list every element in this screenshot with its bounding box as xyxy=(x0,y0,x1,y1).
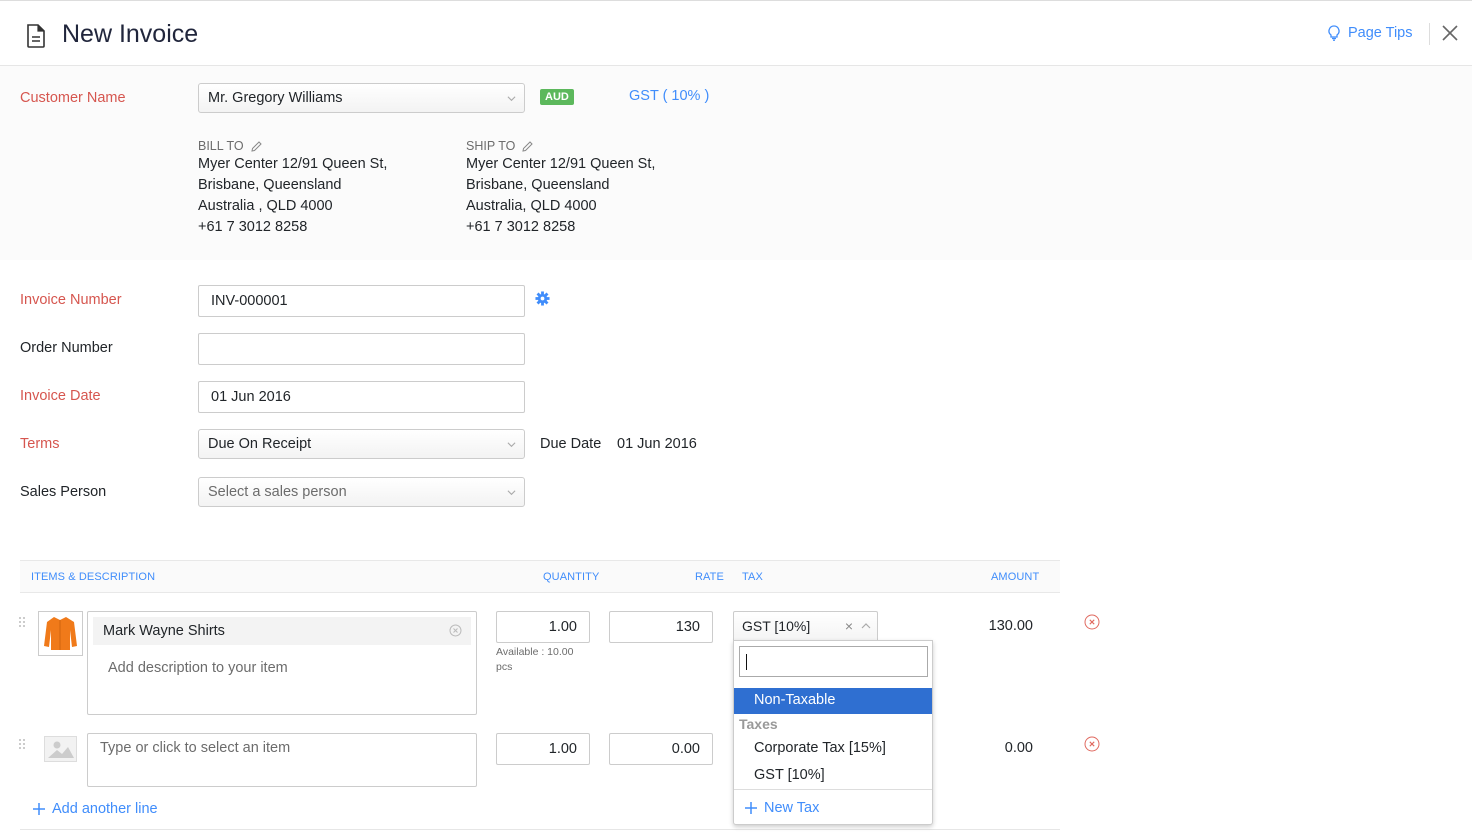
rate-input[interactable]: 130 xyxy=(609,611,713,643)
sales-person-label: Sales Person xyxy=(20,484,107,500)
terms-value: Due On Receipt xyxy=(208,436,312,452)
item-select-box[interactable]: Type or click to select an item xyxy=(87,733,477,787)
bill-to-heading: BILL TO xyxy=(198,139,244,153)
sales-person-select[interactable]: Select a sales person xyxy=(198,477,525,507)
item-name: Mark Wayne Shirts xyxy=(103,623,225,639)
customer-name-value: Mr. Gregory Williams xyxy=(208,90,343,106)
tax-search-input[interactable] xyxy=(739,646,928,677)
tax-link[interactable]: GST ( 10% ) xyxy=(629,88,709,104)
terms-select[interactable]: Due On Receipt xyxy=(198,429,525,459)
order-number-label: Order Number xyxy=(20,340,113,356)
header-rate: RATE xyxy=(695,571,724,583)
dropdown-divider xyxy=(734,789,932,790)
tax-option-gst[interactable]: GST [10%] xyxy=(734,763,932,789)
add-another-line-label: Add another line xyxy=(52,801,158,817)
page-tips-label: Page Tips xyxy=(1348,25,1413,41)
drag-handle-icon[interactable] xyxy=(19,617,27,629)
tax-dropdown: Non-Taxable Taxes Corporate Tax [15%] GS… xyxy=(733,640,933,825)
table-bottom-border xyxy=(20,829,1060,830)
invoice-number-input[interactable]: INV-000001 xyxy=(198,285,525,317)
tax-value: GST [10%] xyxy=(742,618,811,634)
tax-option-corporate[interactable]: Corporate Tax [15%] xyxy=(734,736,932,762)
terms-label: Terms xyxy=(20,436,60,452)
item-description-input[interactable]: Add description to your item xyxy=(108,660,288,676)
close-icon[interactable] xyxy=(1440,23,1460,43)
ship-to-line: Brisbane, Queensland xyxy=(466,177,610,193)
chevron-down-icon xyxy=(507,96,516,102)
header-tax: TAX xyxy=(742,571,763,583)
ship-to-heading: SHIP TO xyxy=(466,139,516,153)
due-date-value: 01 Jun 2016 xyxy=(617,436,697,452)
quantity-input[interactable]: 1.00 xyxy=(496,733,590,765)
bill-to-line: Myer Center 12/91 Queen St, xyxy=(198,156,388,172)
text-cursor xyxy=(746,654,747,670)
currency-badge: AUD xyxy=(540,89,574,105)
page-title: New Invoice xyxy=(62,20,199,48)
header-quantity: QUANTITY xyxy=(543,571,600,583)
pencil-icon[interactable] xyxy=(250,140,263,153)
due-date-label: Due Date xyxy=(540,436,602,452)
pencil-icon[interactable] xyxy=(521,140,534,153)
tax-select[interactable]: GST [10%] × xyxy=(733,611,878,641)
item-image[interactable] xyxy=(38,611,83,656)
ship-to-line: Myer Center 12/91 Queen St, xyxy=(466,156,656,172)
quantity-input[interactable]: 1.00 xyxy=(496,611,590,643)
image-placeholder-icon[interactable] xyxy=(44,736,77,762)
chevron-up-icon xyxy=(861,623,871,629)
plus-icon xyxy=(745,802,757,814)
gear-icon[interactable] xyxy=(535,291,550,306)
clear-tax-icon[interactable]: × xyxy=(845,618,853,634)
clear-icon[interactable] xyxy=(449,624,462,637)
item-select-placeholder: Type or click to select an item xyxy=(100,740,291,756)
ship-to-line: +61 7 3012 8258 xyxy=(466,219,576,235)
rate-input[interactable]: 0.00 xyxy=(609,733,713,765)
header-divider xyxy=(1429,23,1430,45)
new-tax-button[interactable]: New Tax xyxy=(744,800,819,816)
ship-to-line: Australia, QLD 4000 xyxy=(466,198,597,214)
header-amount: AMOUNT xyxy=(991,571,1040,583)
row-amount: 0.00 xyxy=(1004,740,1033,756)
header-items: ITEMS & DESCRIPTION xyxy=(31,571,156,583)
row-amount: 130.00 xyxy=(988,618,1033,634)
invoice-date-label: Invoice Date xyxy=(20,388,101,404)
bill-to-line: Australia , QLD 4000 xyxy=(198,198,333,214)
bill-to-line: Brisbane, Queensland xyxy=(198,177,342,193)
customer-name-label: Customer Name xyxy=(20,90,126,106)
sales-person-placeholder: Select a sales person xyxy=(208,484,347,500)
item-details-box: Mark Wayne Shirts Add description to you… xyxy=(87,611,477,715)
item-name-field[interactable]: Mark Wayne Shirts xyxy=(93,617,471,645)
ship-to-address: SHIP TO Myer Center 12/91 Queen St, Bris… xyxy=(466,138,655,238)
shirt-icon xyxy=(44,617,77,650)
order-number-input[interactable] xyxy=(198,333,525,365)
customer-name-select[interactable]: Mr. Gregory Williams xyxy=(198,83,525,113)
drag-handle-icon[interactable] xyxy=(19,739,27,751)
bill-to-address: BILL TO Myer Center 12/91 Queen St, Bris… xyxy=(198,138,387,238)
items-table-header: ITEMS & DESCRIPTION QUANTITY RATE TAX AM… xyxy=(20,560,1060,593)
page-tips-link[interactable]: Page Tips xyxy=(1328,25,1413,41)
chevron-down-icon xyxy=(507,442,516,448)
unit-text: pcs xyxy=(496,661,513,673)
chevron-down-icon xyxy=(507,490,516,496)
remove-row-icon[interactable] xyxy=(1084,736,1100,752)
customer-section: Customer Name Mr. Gregory Williams AUD G… xyxy=(0,66,1472,260)
document-icon xyxy=(27,24,45,48)
add-another-line-button[interactable]: Add another line xyxy=(32,801,158,817)
remove-row-icon[interactable] xyxy=(1084,614,1100,630)
plus-icon xyxy=(33,803,45,815)
invoice-number-label: Invoice Number xyxy=(20,292,122,308)
invoice-date-input[interactable]: 01 Jun 2016 xyxy=(198,381,525,413)
bill-to-line: +61 7 3012 8258 xyxy=(198,219,308,235)
stock-availability: Available : 10.00 pcs xyxy=(496,645,573,675)
lightbulb-icon xyxy=(1328,25,1340,41)
tax-group-label: Taxes xyxy=(739,716,778,732)
new-tax-label: New Tax xyxy=(764,800,820,816)
tax-option-non-taxable[interactable]: Non-Taxable xyxy=(734,688,932,714)
page-header: New Invoice Page Tips xyxy=(0,1,1472,66)
available-text: Available : 10.00 xyxy=(496,646,574,658)
